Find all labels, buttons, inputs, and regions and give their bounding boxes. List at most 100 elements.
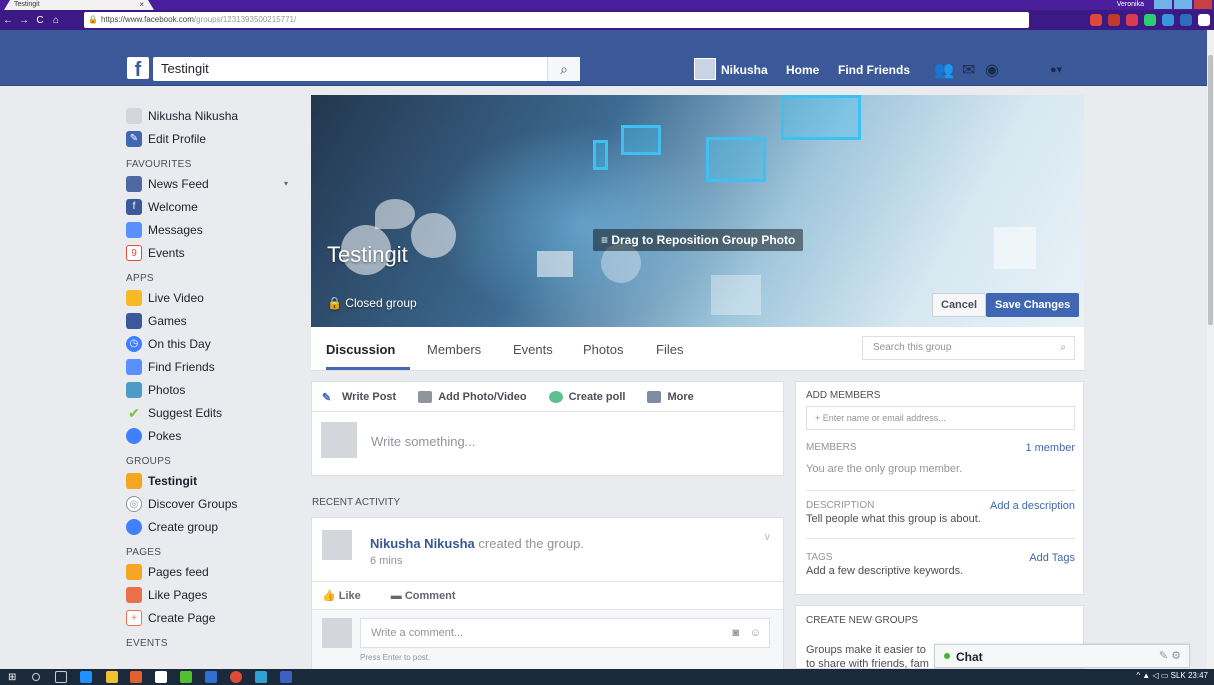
sidebar-item-news-feed[interactable]: News Feed ▾ bbox=[126, 172, 296, 195]
add-tags-link[interactable]: Add Tags bbox=[1029, 552, 1075, 564]
chat-bar[interactable]: Chat ✎ ⚙ bbox=[934, 644, 1190, 668]
app-icon[interactable] bbox=[205, 671, 217, 683]
menu-icon[interactable] bbox=[1198, 14, 1210, 26]
quick-help-icon[interactable]: ●▾ bbox=[1050, 63, 1062, 76]
chat-settings-icon[interactable]: ✎ ⚙ bbox=[1159, 649, 1181, 662]
home-icon[interactable]: ⌂ bbox=[48, 15, 64, 26]
tab-close-icon[interactable]: × bbox=[139, 0, 144, 10]
more-button[interactable]: More bbox=[647, 390, 694, 403]
comment-input[interactable]: Write a comment... ◙ ☺ bbox=[360, 618, 770, 648]
sidebar-item-events[interactable]: 9 Events bbox=[126, 241, 296, 264]
sidebar-item-suggest-edits[interactable]: ✔ Suggest Edits bbox=[126, 401, 296, 424]
messages-icon[interactable]: ✉ bbox=[962, 60, 975, 80]
extension-icon[interactable] bbox=[1144, 14, 1156, 26]
sidebar-item-create-group[interactable]: Create group bbox=[126, 515, 296, 538]
search-icon[interactable] bbox=[32, 673, 40, 681]
tray-icons[interactable]: ^ ▲ ◁ ▭ bbox=[1136, 671, 1170, 680]
sidebar-item-photos[interactable]: Photos bbox=[126, 378, 296, 401]
avatar[interactable] bbox=[694, 58, 716, 80]
explorer-icon[interactable] bbox=[106, 671, 118, 683]
back-icon[interactable]: ← bbox=[0, 15, 16, 26]
task-view-icon[interactable] bbox=[55, 671, 67, 683]
sidebar-item-welcome[interactable]: f Welcome bbox=[126, 195, 296, 218]
sidebar-item-discover-groups[interactable]: ◎ Discover Groups bbox=[126, 492, 296, 515]
sidebar-item-pokes[interactable]: Pokes bbox=[126, 424, 296, 447]
composer-input[interactable]: Write something... bbox=[371, 434, 476, 449]
page-scrollbar[interactable] bbox=[1207, 30, 1214, 669]
chevron-down-icon[interactable]: ▾ bbox=[284, 179, 288, 188]
search-icon[interactable]: ⌕ bbox=[547, 57, 580, 81]
reload-icon[interactable]: C bbox=[32, 15, 48, 26]
search-icon[interactable]: ⌕ bbox=[1060, 337, 1066, 359]
members-count-link[interactable]: 1 member bbox=[1025, 442, 1075, 454]
scrollbar-thumb[interactable] bbox=[1208, 55, 1213, 325]
clock[interactable]: 23:47 bbox=[1188, 671, 1208, 680]
extension-icon[interactable] bbox=[1162, 14, 1174, 26]
chevron-down-icon[interactable]: ∨ bbox=[764, 532, 771, 543]
comment-button[interactable]: ▬ Comment bbox=[391, 590, 456, 602]
find-friends-link[interactable]: Find Friends bbox=[838, 63, 910, 77]
extension-icon[interactable] bbox=[1108, 14, 1120, 26]
forward-icon[interactable]: → bbox=[16, 15, 32, 26]
add-photo-video-button[interactable]: Add Photo/Video bbox=[418, 390, 527, 403]
avatar[interactable] bbox=[322, 530, 352, 560]
emoji-icon[interactable]: ☺ bbox=[750, 619, 761, 647]
app-icon[interactable] bbox=[130, 671, 142, 683]
tab-members[interactable]: Members bbox=[427, 342, 481, 357]
camera-icon[interactable]: ◙ bbox=[732, 619, 739, 647]
write-post-button[interactable]: ✎ Write Post bbox=[322, 391, 396, 404]
cancel-button[interactable]: Cancel bbox=[932, 293, 987, 317]
like-button[interactable]: 👍 Like bbox=[322, 589, 361, 602]
browser-tab[interactable]: Testingit × bbox=[4, 0, 154, 10]
extension-icon[interactable] bbox=[1180, 14, 1192, 26]
notifications-icon[interactable]: ◉ bbox=[985, 60, 999, 80]
sidebar-item-create-page[interactable]: + Create Page bbox=[126, 606, 296, 629]
post-author: Nikusha Nikusha created the group. bbox=[370, 536, 584, 551]
sidebar-section-heading: APPS bbox=[126, 273, 154, 284]
sidebar-item-pages-feed[interactable]: Pages feed bbox=[126, 560, 296, 583]
sidebar-item-testingit[interactable]: Testingit bbox=[126, 469, 296, 492]
address-bar[interactable]: 🔒 https://www.facebook.com/groups/1231393… bbox=[84, 12, 1029, 28]
sidebar-item-label: Events bbox=[148, 245, 185, 260]
sidebar-item-games[interactable]: Games bbox=[126, 309, 296, 332]
extension-icon[interactable] bbox=[1090, 14, 1102, 26]
close-window-icon[interactable] bbox=[1194, 0, 1212, 9]
facebook-logo-icon[interactable]: f bbox=[127, 57, 149, 79]
app-icon[interactable] bbox=[280, 671, 292, 683]
sidebar-profile[interactable]: Nikusha Nikusha bbox=[126, 104, 296, 127]
edge-icon[interactable] bbox=[80, 671, 92, 683]
tab-files[interactable]: Files bbox=[656, 342, 683, 357]
extension-icon[interactable] bbox=[1126, 14, 1138, 26]
sidebar-edit-profile[interactable]: ✎ Edit Profile bbox=[126, 127, 296, 150]
windows-start-icon[interactable]: ⊞ bbox=[8, 672, 16, 683]
sidebar-item-find-friends[interactable]: Find Friends bbox=[126, 355, 296, 378]
post-timestamp[interactable]: 6 mins bbox=[370, 555, 402, 567]
app-icon[interactable] bbox=[180, 671, 192, 683]
tab-events[interactable]: Events bbox=[513, 342, 553, 357]
add-members-input[interactable]: + Enter name or email address... bbox=[806, 406, 1075, 430]
sidebar-item-on-this-day[interactable]: ◷ On this Day bbox=[126, 332, 296, 355]
save-changes-button[interactable]: Save Changes bbox=[986, 293, 1080, 317]
facebook-search-input[interactable]: Testingit bbox=[153, 57, 580, 81]
left-sidebar: Nikusha Nikusha ✎ Edit Profile FAVOURITE… bbox=[126, 104, 296, 651]
sidebar-item-like-pages[interactable]: Like Pages bbox=[126, 583, 296, 606]
chrome-icon[interactable] bbox=[230, 671, 242, 683]
author-link[interactable]: Nikusha Nikusha bbox=[370, 536, 475, 551]
drag-reposition-hint[interactable]: ≡ Drag to Reposition Group Photo bbox=[593, 229, 804, 251]
profile-link[interactable]: Nikusha bbox=[721, 63, 768, 77]
app-icon[interactable] bbox=[255, 671, 267, 683]
sidebar-item-messages[interactable]: Messages bbox=[126, 218, 296, 241]
home-link[interactable]: Home bbox=[786, 63, 819, 77]
add-description-link[interactable]: Add a description bbox=[990, 500, 1075, 512]
create-poll-button[interactable]: Create poll bbox=[548, 390, 625, 403]
friend-requests-icon[interactable]: 👥 bbox=[934, 60, 954, 80]
group-search-input[interactable]: Search this group ⌕ bbox=[862, 336, 1075, 360]
tab-discussion[interactable]: Discussion bbox=[326, 342, 395, 357]
keyboard-language[interactable]: SLK bbox=[1171, 671, 1186, 680]
app-icon[interactable] bbox=[155, 671, 167, 683]
tab-photos[interactable]: Photos bbox=[583, 342, 623, 357]
sidebar-item-live-video[interactable]: Live Video bbox=[126, 286, 296, 309]
maximize-icon[interactable] bbox=[1174, 0, 1192, 9]
group-cover-photo[interactable]: Testingit 🔒 Closed group ≡ Drag to Repos… bbox=[311, 95, 1084, 327]
minimize-icon[interactable] bbox=[1154, 0, 1172, 9]
